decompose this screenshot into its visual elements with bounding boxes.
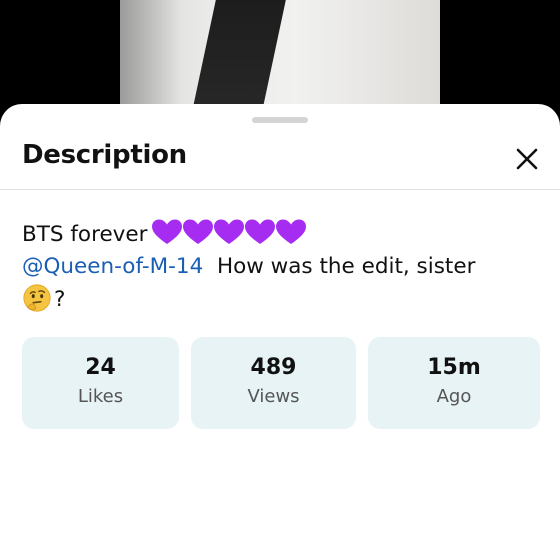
description-sheet: Description BTS forever @Queen-of-M-14 H… bbox=[0, 104, 560, 560]
description-trailing: ? bbox=[54, 287, 66, 312]
likes-stat-card: 24 Likes bbox=[22, 337, 179, 429]
description-text: BTS forever @Queen-of-M-14 How was the e… bbox=[22, 218, 542, 316]
purple-heart-icon bbox=[183, 219, 214, 244]
stats-row: 24 Likes 489 Views 15m Ago bbox=[22, 337, 540, 429]
views-count: 489 bbox=[250, 355, 297, 380]
purple-heart-icon bbox=[152, 219, 183, 244]
purple-heart-icon bbox=[214, 219, 245, 244]
views-stat-card: 489 Views bbox=[191, 337, 356, 429]
heart-icons bbox=[151, 218, 307, 246]
description-message: How was the edit, sister bbox=[216, 254, 476, 279]
sheet-title: Description bbox=[22, 140, 187, 170]
purple-heart-icon bbox=[276, 219, 307, 244]
time-ago-label: Ago bbox=[436, 386, 472, 407]
description-line-1: BTS forever bbox=[22, 218, 542, 251]
drag-handle[interactable] bbox=[252, 117, 308, 123]
description-line-2: @Queen-of-M-14 How was the edit, sister bbox=[22, 251, 542, 283]
close-button[interactable] bbox=[510, 142, 544, 176]
sheet-header: Description bbox=[0, 128, 560, 190]
close-icon bbox=[516, 148, 538, 170]
likes-label: Likes bbox=[77, 386, 124, 407]
mention-link[interactable]: @Queen-of-M-14 bbox=[22, 254, 203, 279]
ago-stat-card: 15m Ago bbox=[368, 337, 540, 429]
views-label: Views bbox=[247, 386, 300, 407]
thinking-face-icon bbox=[23, 284, 51, 312]
description-line-3: ? bbox=[22, 283, 542, 316]
description-title: BTS forever bbox=[22, 222, 148, 247]
time-ago-value: 15m bbox=[427, 355, 481, 380]
purple-heart-icon bbox=[245, 219, 276, 244]
likes-count: 24 bbox=[85, 355, 116, 380]
